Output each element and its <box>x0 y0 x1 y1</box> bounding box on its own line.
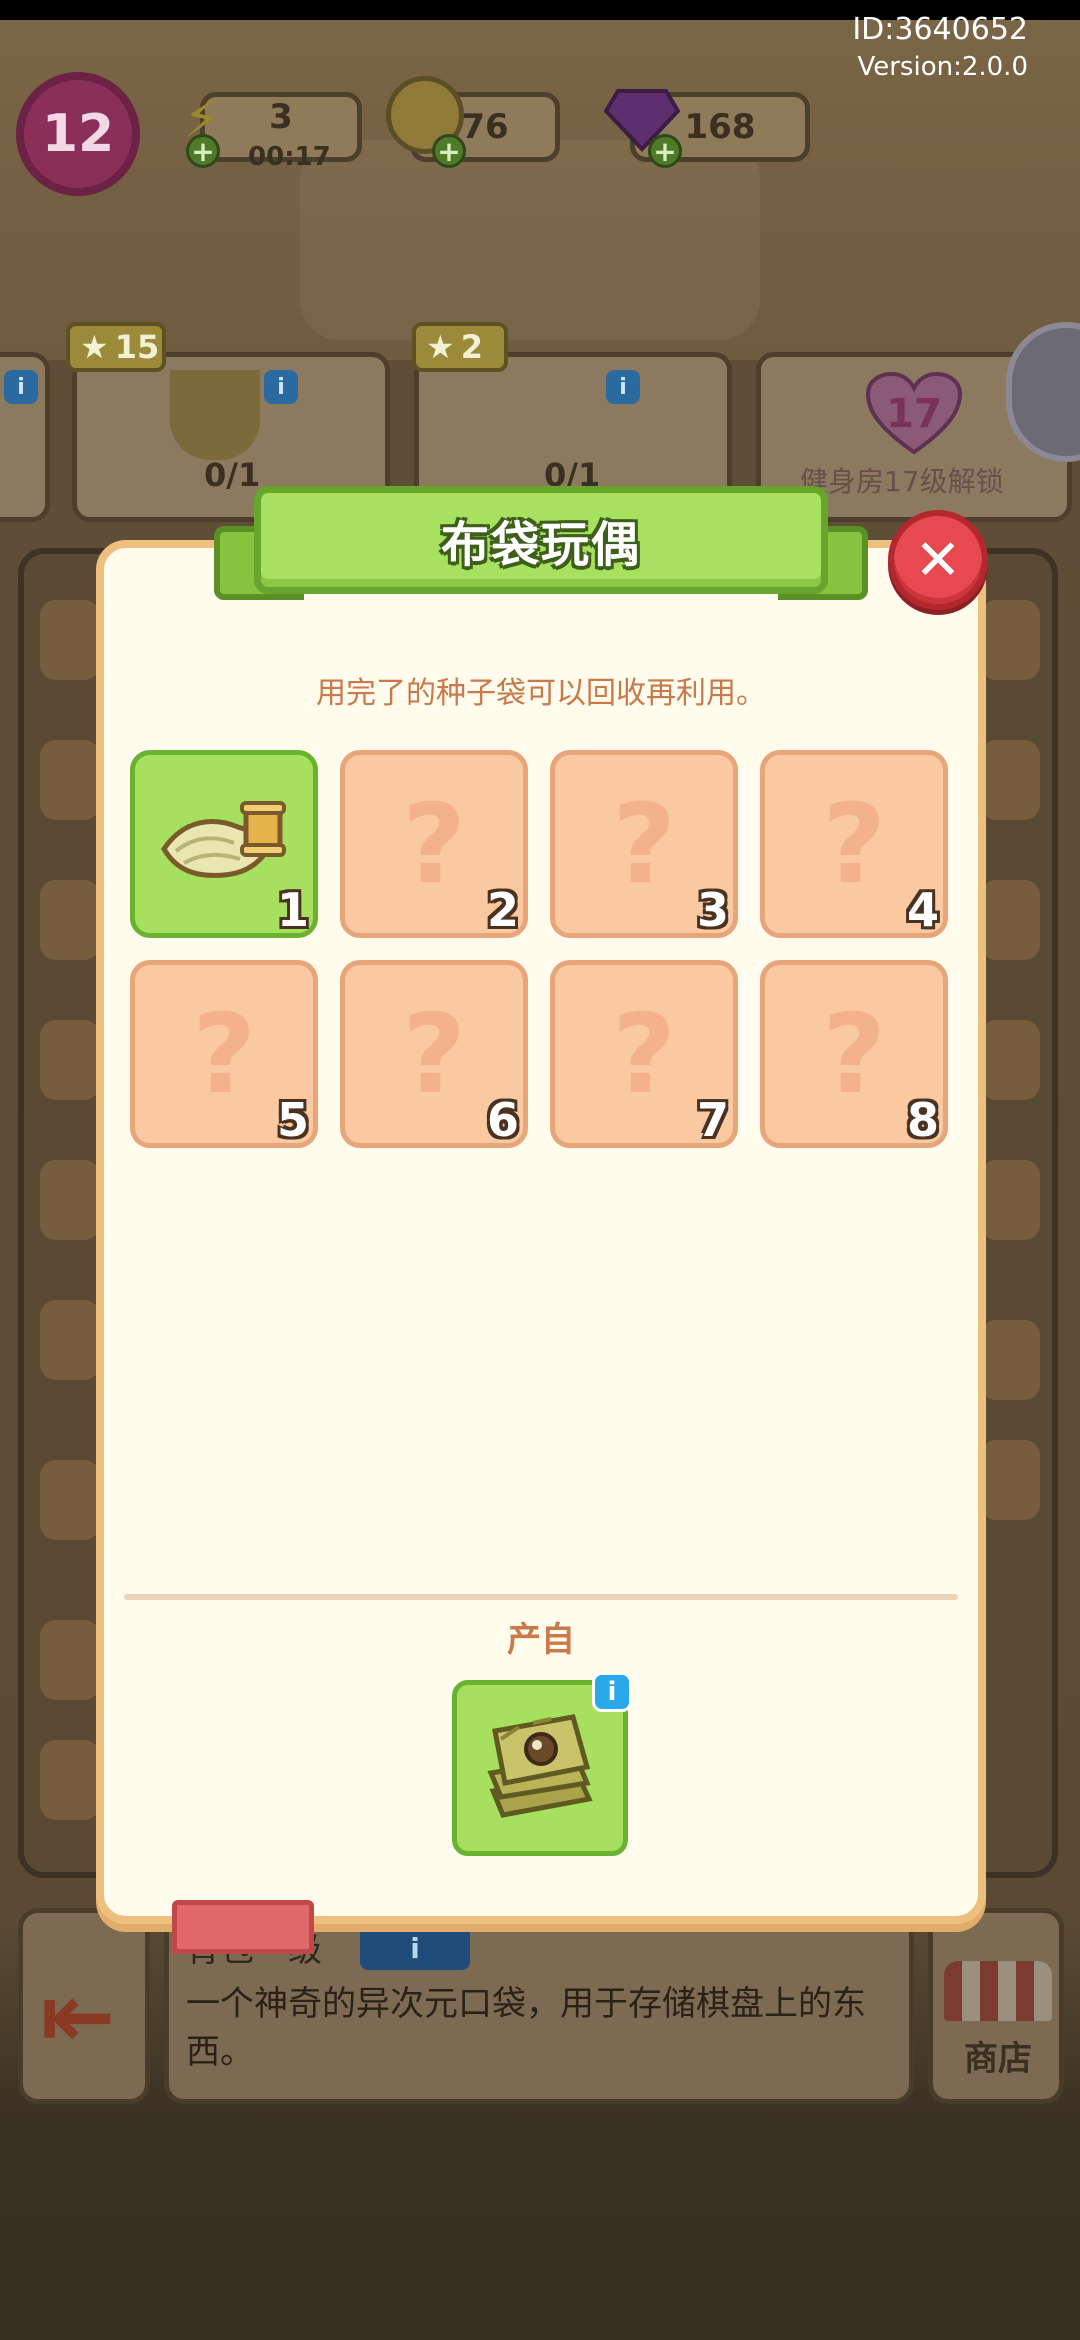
add-energy-plus-icon[interactable]: + <box>186 134 220 168</box>
player-id: ID:3640652 <box>852 12 1028 47</box>
energy-timer: 00:17 <box>248 142 331 172</box>
board-item[interactable] <box>40 600 100 680</box>
info-icon[interactable]: i <box>264 370 298 404</box>
info-icon[interactable]: i <box>4 370 38 404</box>
gem-value: 168 <box>684 107 756 147</box>
star-reward-tag: ★ 15 <box>66 322 166 372</box>
item-number: 5 <box>276 1093 309 1147</box>
item-number: 6 <box>486 1093 519 1147</box>
chain-item-8[interactable]: ? 8 <box>760 960 948 1148</box>
coin-value: 76 <box>461 107 509 147</box>
heart-badge-icon: 17 <box>866 372 962 456</box>
star-count: 15 <box>114 328 160 366</box>
item-number: 7 <box>696 1093 729 1147</box>
board-item[interactable] <box>980 1160 1040 1240</box>
question-mark-icon: ? <box>822 780 886 908</box>
item-number: 8 <box>906 1093 939 1147</box>
unlock-level: 17 <box>886 391 942 437</box>
board-item[interactable] <box>40 1460 100 1540</box>
star-reward-tag: ★ 2 <box>412 322 508 372</box>
chain-item-3[interactable]: ? 3 <box>550 750 738 938</box>
question-mark-icon: ? <box>612 990 676 1118</box>
level-badge[interactable]: 12 <box>16 72 140 196</box>
section-divider <box>124 1594 958 1600</box>
shop-icon <box>944 1961 1052 2021</box>
star-icon: ★ <box>426 328 455 366</box>
close-icon: ✕ <box>914 527 962 593</box>
add-gems-plus-icon[interactable]: + <box>648 134 682 168</box>
background-decoration <box>300 140 760 340</box>
question-mark-icon: ? <box>402 990 466 1118</box>
chain-item-2[interactable]: ? 2 <box>340 750 528 938</box>
board-item[interactable] <box>980 1020 1040 1100</box>
question-mark-icon: ? <box>822 990 886 1118</box>
bag-info-button[interactable]: i <box>360 1926 470 1970</box>
chain-item-5[interactable]: ? 5 <box>130 960 318 1148</box>
star-count: 2 <box>460 328 483 366</box>
source-info-icon[interactable]: i <box>592 1672 632 1712</box>
title-banner: 布袋玩偶 <box>254 486 828 594</box>
energy-value: 3 <box>269 97 293 137</box>
chain-item-7[interactable]: ? 7 <box>550 960 738 1148</box>
shop-button[interactable]: 商店 <box>936 1930 1060 2080</box>
bag-description: 一个神奇的异次元口袋，用于存储棋盘上的东西。 <box>186 1984 866 2072</box>
board-item[interactable] <box>980 1320 1040 1400</box>
board-item[interactable] <box>40 1620 100 1700</box>
board-item[interactable] <box>980 1440 1040 1520</box>
board-item[interactable] <box>40 1020 100 1100</box>
question-mark-icon: ? <box>402 780 466 908</box>
star-icon: ★ <box>80 328 109 366</box>
item-number: 2 <box>486 883 519 937</box>
unlock-requirement: 健身房17级解锁 <box>800 465 1004 498</box>
exit-arrow-icon[interactable]: ⇤ <box>40 1964 115 2069</box>
seed-bag-stack-icon <box>487 1714 593 1818</box>
info-icon[interactable]: i <box>606 370 640 404</box>
dialog-title: 布袋玩偶 <box>440 517 641 573</box>
dialog-description: 用完了的种子袋可以回收再利用。 <box>316 676 766 711</box>
board-item[interactable] <box>40 880 100 960</box>
item-number: 4 <box>906 883 939 937</box>
version-label: Version:2.0.0 <box>857 52 1028 82</box>
chain-item-4[interactable]: ? 4 <box>760 750 948 938</box>
shop-label: 商店 <box>964 2039 1032 2079</box>
question-mark-icon: ? <box>612 780 676 908</box>
close-button[interactable]: ✕ <box>888 510 988 610</box>
item-number: 3 <box>696 883 729 937</box>
add-coins-plus-icon[interactable]: + <box>432 134 466 168</box>
board-item[interactable] <box>40 1300 100 1380</box>
chain-item-6[interactable]: ? 6 <box>340 960 528 1148</box>
question-mark-icon: ? <box>192 990 256 1118</box>
dialog-bottom-tab <box>172 1900 314 1954</box>
chain-item-1[interactable]: 1 <box>130 750 318 938</box>
trophy-icon <box>170 370 260 460</box>
board-item[interactable] <box>980 880 1040 960</box>
cloth-scroll-with-spool-icon <box>161 801 286 878</box>
item-number: 1 <box>276 883 309 937</box>
board-item[interactable] <box>40 740 100 820</box>
board-item[interactable] <box>980 740 1040 820</box>
board-item[interactable] <box>980 600 1040 680</box>
board-item[interactable] <box>40 1740 100 1820</box>
goal-progress: 0/1 <box>204 456 261 494</box>
board-item[interactable] <box>40 1160 100 1240</box>
source-label: 产自 <box>507 1620 575 1660</box>
